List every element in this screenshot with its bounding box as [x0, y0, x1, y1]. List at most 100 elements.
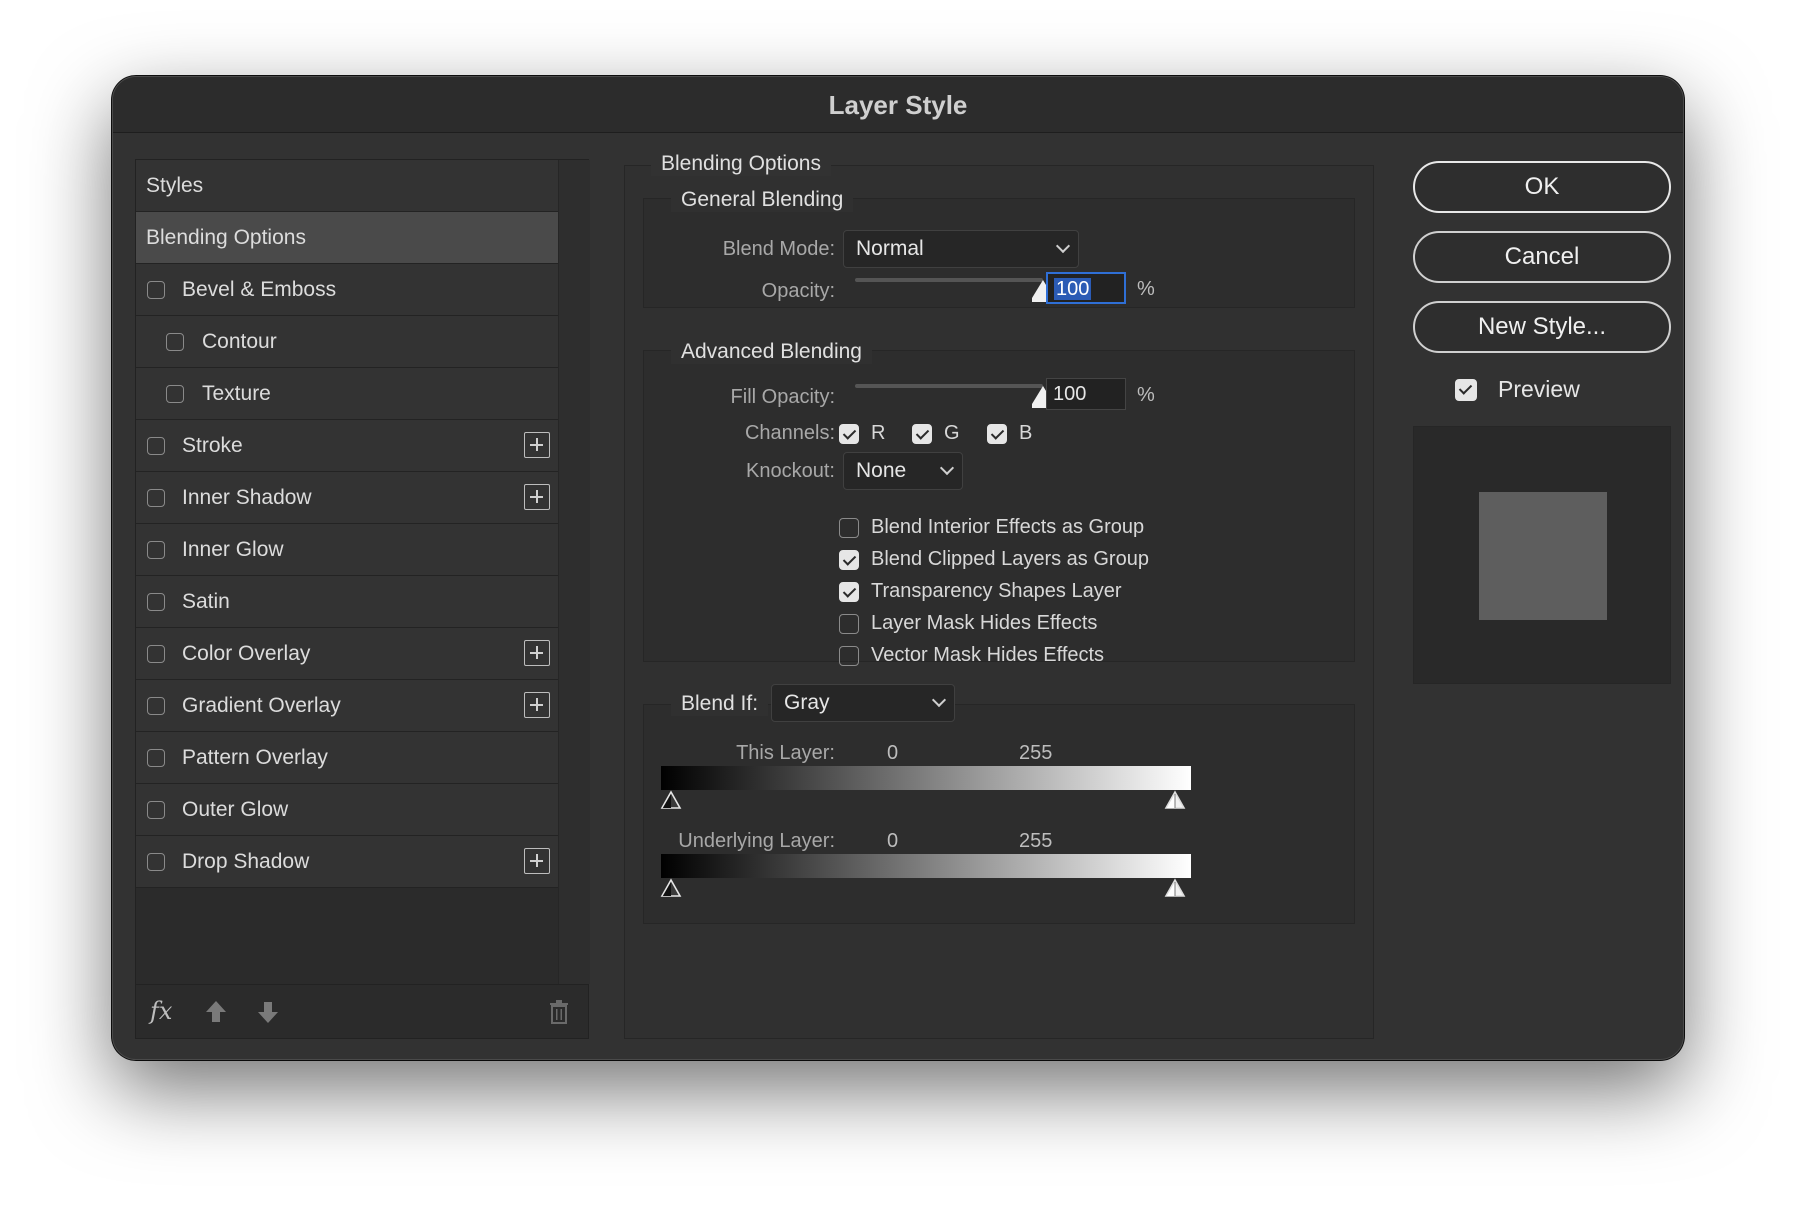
- vector-mask-hides-effects-checkbox[interactable]: [839, 646, 859, 666]
- blending-options-item[interactable]: Blending Options: [136, 212, 558, 264]
- styles-footer: fx: [136, 984, 588, 1038]
- this-layer-high-thumb[interactable]: [1164, 790, 1186, 812]
- fill-opacity-value: 100: [1053, 383, 1087, 405]
- knockout-select[interactable]: None: [843, 452, 963, 490]
- style-item-label: Texture: [202, 382, 271, 405]
- blend-interior-effects-as-group-checkbox[interactable]: [839, 518, 859, 538]
- style-item-label: Pattern Overlay: [182, 746, 328, 769]
- knockout-label: Knockout:: [746, 460, 835, 482]
- blend-mode-value: Normal: [856, 237, 924, 260]
- trash-icon[interactable]: [548, 999, 570, 1025]
- style-item-label: Bevel & Emboss: [182, 278, 337, 301]
- this-layer-low-thumb[interactable]: [660, 790, 682, 812]
- fx-button[interactable]: fx: [150, 997, 172, 1025]
- style-checkbox[interactable]: [147, 697, 165, 715]
- blend-if-label: Blend If:: [671, 692, 769, 716]
- knockout-value: None: [856, 459, 907, 482]
- style-item-outer-glow[interactable]: Outer Glow: [136, 784, 558, 836]
- layer-mask-hides-effects-label: Layer Mask Hides Effects: [871, 612, 1098, 634]
- blending-options-title: Blending Options: [651, 152, 831, 176]
- channel-g-checkbox[interactable]: [912, 424, 932, 444]
- layer-style-dialog: Layer Style Styles Blending Options Beve…: [112, 76, 1684, 1060]
- style-item-drop-shadow[interactable]: Drop Shadow: [136, 836, 558, 888]
- fill-opacity-slider[interactable]: [855, 384, 1043, 388]
- preview-area: [1413, 426, 1671, 684]
- style-item-label: Color Overlay: [182, 642, 311, 665]
- opacity-slider[interactable]: [855, 278, 1043, 282]
- style-item-label: Inner Shadow: [182, 486, 312, 509]
- underlying-layer-low-thumb[interactable]: [660, 878, 682, 900]
- style-checkbox[interactable]: [147, 281, 165, 299]
- style-item-color-overlay[interactable]: Color Overlay: [136, 628, 558, 680]
- blend-if-select[interactable]: Gray: [771, 684, 955, 722]
- add-icon[interactable]: [524, 848, 550, 874]
- style-item-contour[interactable]: Contour: [136, 316, 558, 368]
- underlying-layer-high-thumb[interactable]: [1164, 878, 1186, 900]
- advanced-blending-title: Advanced Blending: [671, 340, 872, 364]
- this-layer-label: This Layer:: [736, 742, 835, 764]
- style-item-label: Gradient Overlay: [182, 694, 341, 717]
- underlying-layer-gradient[interactable]: [661, 854, 1191, 878]
- style-item-inner-glow[interactable]: Inner Glow: [136, 524, 558, 576]
- styles-scrollbar[interactable]: [558, 160, 590, 984]
- style-item-gradient-overlay[interactable]: Gradient Overlay: [136, 680, 558, 732]
- add-icon[interactable]: [524, 640, 550, 666]
- preview-swatch: [1479, 492, 1607, 620]
- style-checkbox[interactable]: [147, 437, 165, 455]
- this-layer-high-value: 255: [1019, 742, 1053, 764]
- underlying-layer-label: Underlying Layer:: [678, 830, 835, 852]
- move-up-icon[interactable]: [204, 999, 228, 1025]
- blend-clipped-layers-as-group-checkbox[interactable]: [839, 550, 859, 570]
- style-checkbox[interactable]: [147, 593, 165, 611]
- opacity-label: Opacity:: [761, 280, 835, 302]
- style-checkbox[interactable]: [147, 801, 165, 819]
- ok-button[interactable]: OK: [1413, 161, 1671, 213]
- style-item-inner-shadow[interactable]: Inner Shadow: [136, 472, 558, 524]
- style-checkbox[interactable]: [147, 645, 165, 663]
- transparency-shapes-layer-checkbox[interactable]: [839, 582, 859, 602]
- add-icon[interactable]: [524, 484, 550, 510]
- fill-opacity-unit: %: [1137, 384, 1155, 406]
- add-icon[interactable]: [524, 432, 550, 458]
- channel-g-label: G: [944, 422, 960, 444]
- opacity-input[interactable]: 100: [1046, 272, 1126, 304]
- underlying-layer-high-value: 255: [1019, 830, 1053, 852]
- style-item-label: Satin: [182, 590, 230, 613]
- this-layer-low-value: 0: [887, 742, 899, 764]
- channels-label: Channels:: [744, 422, 835, 444]
- style-item-stroke[interactable]: Stroke: [136, 420, 558, 472]
- style-item-bevel-emboss[interactable]: Bevel & Emboss: [136, 264, 558, 316]
- move-down-icon[interactable]: [256, 999, 280, 1025]
- channel-r-checkbox[interactable]: [839, 424, 859, 444]
- add-icon[interactable]: [524, 692, 550, 718]
- blending-options-panel: Blending Options General Blending Blend …: [624, 152, 1374, 1039]
- vector-mask-hides-effects-label: Vector Mask Hides Effects: [871, 644, 1105, 666]
- this-layer-gradient[interactable]: [661, 766, 1191, 790]
- style-item-texture[interactable]: Texture: [136, 368, 558, 420]
- preview-checkbox[interactable]: [1455, 379, 1477, 401]
- style-checkbox[interactable]: [147, 853, 165, 871]
- fill-opacity-input[interactable]: 100: [1046, 378, 1126, 410]
- blend-if-value: Gray: [784, 691, 830, 714]
- blend-mode-select[interactable]: Normal: [843, 230, 1079, 268]
- style-item-label: Outer Glow: [182, 798, 289, 821]
- cancel-button[interactable]: Cancel: [1413, 231, 1671, 283]
- style-checkbox[interactable]: [166, 385, 184, 403]
- style-item-label: Stroke: [182, 434, 243, 457]
- opacity-unit: %: [1137, 278, 1155, 300]
- new-style-button[interactable]: New Style...: [1413, 301, 1671, 353]
- style-item-pattern-overlay[interactable]: Pattern Overlay: [136, 732, 558, 784]
- style-checkbox[interactable]: [166, 333, 184, 351]
- chevron-down-icon: [931, 692, 947, 708]
- channel-r-label: R: [871, 422, 886, 444]
- blend-interior-effects-as-group-label: Blend Interior Effects as Group: [871, 516, 1145, 538]
- style-item-satin[interactable]: Satin: [136, 576, 558, 628]
- channel-b-checkbox[interactable]: [987, 424, 1007, 444]
- transparency-shapes-layer-label: Transparency Shapes Layer: [871, 580, 1122, 602]
- style-checkbox[interactable]: [147, 489, 165, 507]
- layer-mask-hides-effects-checkbox[interactable]: [839, 614, 859, 634]
- style-checkbox[interactable]: [147, 749, 165, 767]
- style-item-label: Drop Shadow: [182, 850, 310, 873]
- styles-header[interactable]: Styles: [136, 160, 558, 212]
- style-checkbox[interactable]: [147, 541, 165, 559]
